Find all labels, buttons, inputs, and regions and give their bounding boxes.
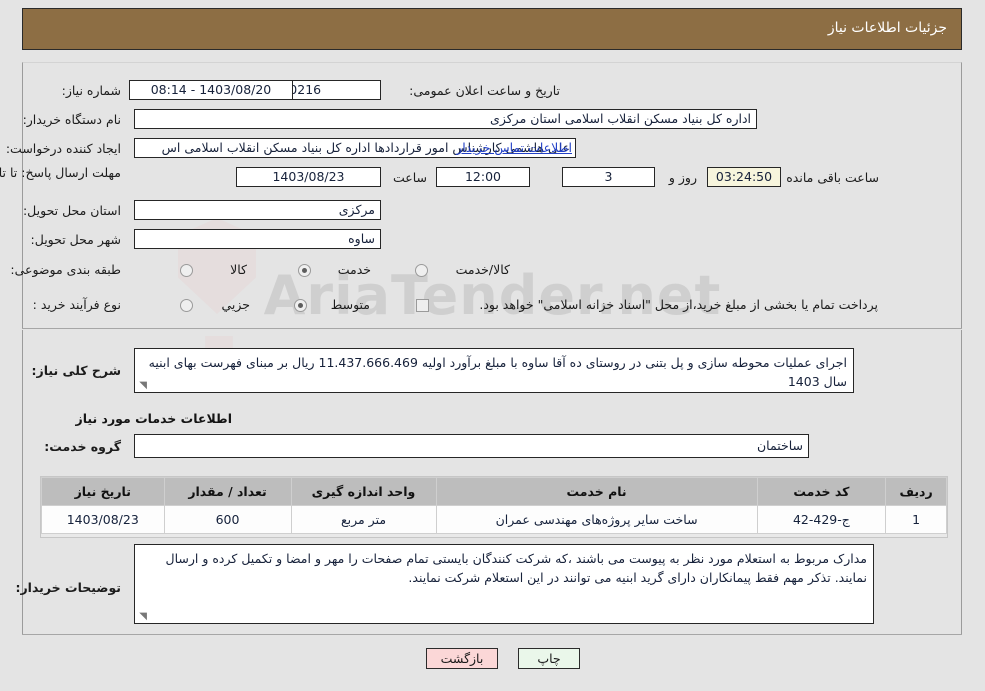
td-code: ج-429-42 <box>756 505 887 534</box>
radio-process-jozee-label: جزیي <box>221 297 250 312</box>
need-number-label: شماره نیاز: <box>61 83 121 98</box>
td-index: 1 <box>885 505 947 534</box>
radio-process-motevaset-label: متوسط <box>330 297 370 312</box>
radio-process-jozee[interactable] <box>180 299 193 312</box>
response-deadline-label: مهلت ارسال پاسخ: تا تاریخ: <box>0 165 121 180</box>
deadline-hour-value: 12:00 <box>436 167 530 187</box>
delivery-province-value: مرکزی <box>134 200 381 220</box>
radio-category-khedmat-label: خدمت <box>337 262 371 277</box>
th-code: کد خدمت <box>756 477 887 506</box>
td-name: ساخت سایر پروژه‌های مهندسی عمران <box>435 505 758 534</box>
days-suffix-label: روز و <box>668 170 697 185</box>
th-unit: واحد اندازه گیری <box>290 477 437 506</box>
radio-category-khedmat[interactable] <box>298 264 311 277</box>
resize-grip-icon[interactable]: ◥ <box>137 381 147 391</box>
page-root: جزئیات اطلاعات نیاز AriaTender.net شماره… <box>0 0 985 691</box>
radio-category-kala-khedmat[interactable] <box>415 264 428 277</box>
page-header-bar: جزئیات اطلاعات نیاز <box>22 8 962 50</box>
hour-label: ساعت <box>392 170 427 185</box>
th-name: نام خدمت <box>435 477 758 506</box>
page-title: جزئیات اطلاعات نیاز <box>827 20 947 36</box>
purchase-process-label: نوع فرآیند خرید : <box>32 297 121 312</box>
table-row: 1 ج-429-42 ساخت سایر پروژه‌های مهندسی عم… <box>41 505 947 534</box>
radio-process-motevaset[interactable] <box>294 299 307 312</box>
th-index: ردیف <box>885 477 947 506</box>
services-table: ردیف کد خدمت نام خدمت واحد اندازه گیری ت… <box>41 477 947 534</box>
th-date: تاریخ نیاز <box>41 477 165 506</box>
treasury-bonds-checkbox[interactable] <box>416 299 429 312</box>
remaining-days-value: 3 <box>562 167 655 187</box>
resize-grip-icon-2[interactable]: ◥ <box>137 612 147 622</box>
countdown-value: 03:24:50 <box>707 167 781 187</box>
services-table-wrapper: ردیف کد خدمت نام خدمت واحد اندازه گیری ت… <box>40 476 948 538</box>
td-date: 1403/08/23 <box>41 505 165 534</box>
need-info-panel <box>22 62 962 328</box>
announce-datetime-value: 1403/08/20 - 08:14 <box>129 80 293 100</box>
buyer-notes-textarea[interactable]: مدارک مربوط به استعلام مورد نظر به پیوست… <box>134 544 874 624</box>
th-qty: تعداد / مقدار <box>163 477 292 506</box>
panel-divider <box>22 328 962 329</box>
buyer-notes-value: مدارک مربوط به استعلام مورد نظر به پیوست… <box>165 551 867 585</box>
countdown-suffix-label: ساعت باقی مانده <box>786 170 879 185</box>
need-description-textarea[interactable]: اجرای عملیات محوطه سازی و پل بتنی در روس… <box>134 348 854 393</box>
delivery-province-label: استان محل تحویل: <box>22 203 121 218</box>
need-description-label: شرح کلی نیاز: <box>31 363 121 378</box>
treasury-bonds-label: پرداخت تمام یا بخشی از مبلغ خرید،از محل … <box>479 297 878 312</box>
deadline-date-value: 1403/08/23 <box>236 167 381 187</box>
radio-category-kala-khedmat-label: کالا/خدمت <box>455 262 510 277</box>
buyer-org-value: اداره کل بنیاد مسکن انقلاب اسلامی استان … <box>134 109 757 129</box>
buyer-org-label: نام دستگاه خریدار: <box>22 112 121 127</box>
radio-category-kala-label: کالا <box>230 262 247 277</box>
services-section-title: اطلاعات خدمات مورد نیاز <box>75 411 233 426</box>
service-group-value: ساختمان <box>134 434 809 458</box>
print-button[interactable]: چاپ <box>518 648 580 669</box>
back-button[interactable]: بازگشت <box>426 648 498 669</box>
delivery-city-value: ساوه <box>134 229 381 249</box>
td-qty: 600 <box>163 505 292 534</box>
table-header-row: ردیف کد خدمت نام خدمت واحد اندازه گیری ت… <box>41 477 947 506</box>
service-group-label: گروه خدمت: <box>44 439 121 454</box>
radio-category-kala[interactable] <box>180 264 193 277</box>
td-unit: متر مربع <box>290 505 437 534</box>
announce-datetime-label: تاریخ و ساعت اعلان عمومی: <box>409 83 560 98</box>
delivery-city-label: شهر محل تحویل: <box>30 232 121 247</box>
subject-category-label: طبقه بندی موضوعی: <box>10 262 121 277</box>
request-creator-label: ایجاد کننده درخواست: <box>5 141 121 156</box>
buyer-notes-label: توضیحات خریدار: <box>15 580 121 595</box>
need-description-value: اجرای عملیات محوطه سازی و پل بتنی در روس… <box>148 355 847 389</box>
buyer-contact-link[interactable]: اطلاعات تماس خریدار <box>456 140 572 155</box>
footer-divider <box>22 634 962 635</box>
